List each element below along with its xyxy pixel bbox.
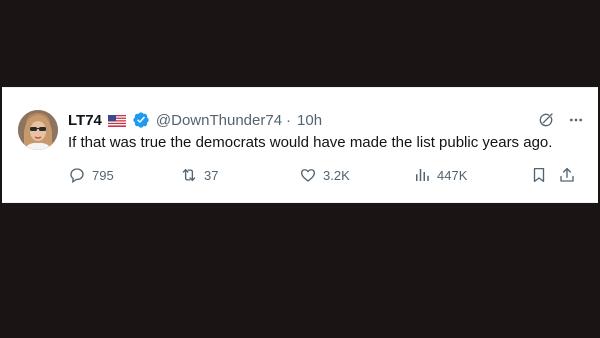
views-button[interactable]: 447K [413,165,467,185]
grok-icon[interactable] [538,112,554,128]
reply-count: 795 [92,167,114,183]
author-display-name[interactable]: LT74 [68,112,102,129]
tweet-top-actions [538,112,584,128]
tweet-action-bar: 795 37 3.2K 447K [68,165,584,185]
us-flag-icon [107,114,126,127]
more-icon[interactable] [568,112,584,128]
tweet-timestamp[interactable]: 10h [297,112,322,129]
views-count: 447K [437,167,468,183]
reply-button[interactable]: 795 [68,165,114,185]
repost-icon [180,166,198,184]
header-separator: · [286,111,292,129]
bookmark-button[interactable] [530,165,548,185]
tweet-text: If that was true the democrats would hav… [68,134,553,151]
avatar-image [18,110,58,150]
avatar[interactable] [18,110,58,150]
like-button[interactable]: 3.2K [299,165,350,185]
reply-icon [68,166,86,184]
repost-button[interactable]: 37 [180,165,218,185]
share-button[interactable] [558,165,576,185]
verified-badge-icon [132,111,150,129]
repost-count: 37 [204,167,219,183]
heart-icon [299,166,317,184]
views-icon [413,166,431,184]
share-icon [558,166,576,184]
tweet-header: LT74 @DownThunder74 · 10h [68,110,322,130]
like-count: 3.2K [323,167,350,183]
author-handle[interactable]: @DownThunder74 [156,112,282,129]
bookmark-icon [530,166,548,184]
tweet-card[interactable]: LT74 @DownThunder74 · 10h If that was tr… [2,87,598,203]
